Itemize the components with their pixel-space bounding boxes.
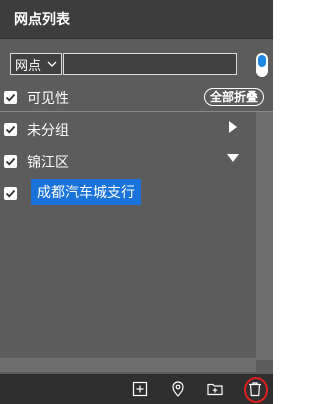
delete-button[interactable]: [244, 377, 268, 403]
add-square-icon: [132, 381, 148, 397]
tree-item-checkbox[interactable]: [4, 155, 17, 168]
tree-item-checkbox[interactable]: [4, 123, 17, 136]
locate-button[interactable]: [169, 380, 187, 398]
tree-item-ungrouped[interactable]: 未分组: [0, 112, 256, 140]
checkmark-icon: [5, 93, 16, 102]
collapse-all-button[interactable]: 全部折叠: [204, 88, 265, 106]
search-input[interactable]: [63, 53, 237, 75]
tree-item-label: 锦江区: [27, 155, 69, 171]
caret-right-icon[interactable]: [229, 121, 237, 133]
tree-item-jinjiang[interactable]: 锦江区: [0, 144, 256, 172]
vertical-scrollbar[interactable]: [256, 112, 273, 360]
visibility-row: 可见性 全部折叠: [0, 85, 273, 112]
add-button[interactable]: [131, 380, 149, 398]
tree-item-label: 未分组: [27, 123, 69, 139]
tree-item-branch[interactable]: 成都汽车城支行: [0, 176, 256, 205]
panel-header: 网点列表: [0, 0, 273, 39]
tree-item-label-selected: 成都汽车城支行: [31, 179, 141, 205]
visibility-label: 可见性: [27, 91, 69, 107]
panel-title: 网点列表: [14, 12, 70, 28]
tree-item-checkbox[interactable]: [4, 187, 17, 200]
visibility-checkbox[interactable]: [4, 91, 17, 104]
checkmark-icon: [5, 157, 16, 166]
filter-row: 网点: [10, 53, 237, 75]
chevron-down-icon: [47, 61, 57, 67]
outlet-tree: 未分组 锦江区 成都汽车城支行: [0, 112, 256, 360]
caret-down-icon[interactable]: [227, 154, 239, 162]
bottom-toolbar: [0, 374, 273, 404]
checkmark-icon: [5, 125, 16, 134]
toggle-knob: [258, 55, 266, 67]
folder-add-icon: [207, 383, 223, 396]
type-select-value: 网点: [15, 58, 42, 74]
add-folder-button[interactable]: [206, 380, 224, 398]
type-select[interactable]: 网点: [10, 53, 62, 75]
trash-icon: [249, 382, 261, 397]
location-pin-icon: [172, 381, 184, 397]
checkmark-icon: [5, 189, 16, 198]
toggle-switch[interactable]: [256, 53, 268, 77]
horizontal-scrollbar[interactable]: [0, 358, 256, 372]
outlet-list-panel: 网点列表 网点 可见性 全部折叠 未分组 锦江区 成都汽车城支行: [0, 0, 273, 404]
